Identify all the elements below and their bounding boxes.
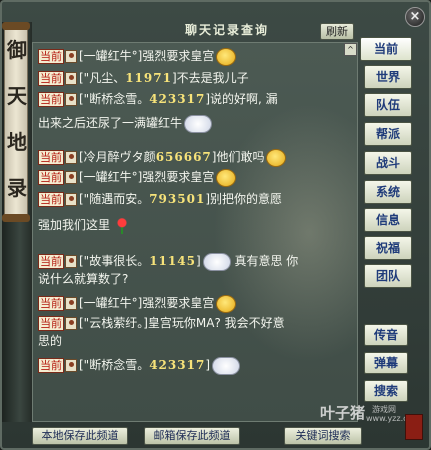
message-text: [一罐红牛°]强烈要求皇宫 xyxy=(79,170,215,184)
watermark-logo: 叶子猪 游戏网 www.yzz.cn xyxy=(320,402,413,424)
player-icon[interactable] xyxy=(65,193,77,206)
player-icon[interactable] xyxy=(65,93,77,106)
player-icon[interactable] xyxy=(65,50,77,63)
emoji-cloud-icon xyxy=(202,252,231,271)
channel-tag: 当前 xyxy=(38,71,64,86)
message-text: ["云栈萦纡。]皇宫玩你MA? 我会不好意 xyxy=(79,316,285,330)
save-local-button[interactable]: 本地保存此频道 xyxy=(32,427,128,445)
chat-message: 当前 ["断桥念雪。423317] xyxy=(38,356,356,375)
chat-message: 当前 [一罐红牛°]强烈要求皇宫 xyxy=(38,168,356,187)
emoji-cloud-icon xyxy=(184,114,213,133)
player-icon[interactable] xyxy=(65,359,77,372)
chat-message: 强加我们这里 xyxy=(38,216,356,234)
emoji-face-icon xyxy=(216,168,237,187)
player-icon[interactable] xyxy=(65,171,77,184)
player-id[interactable]: 423317 xyxy=(149,358,205,372)
chat-message: 当前 ["随遇而安。793501]别把你的意愿 xyxy=(38,190,356,208)
message-text: 说什么就算数了? xyxy=(38,272,129,286)
chat-message: 当前 ["云栈萦纡。]皇宫玩你MA? 我会不好意 xyxy=(38,314,356,332)
player-id[interactable]: 11971 xyxy=(125,71,172,85)
message-text: ["随遇而安。 xyxy=(79,192,150,206)
chat-message: 说什么就算数了? xyxy=(38,270,356,288)
rose-icon xyxy=(116,217,129,234)
message-text: ] xyxy=(205,358,210,372)
message-text: ["断桥念雪。 xyxy=(79,92,150,106)
player-icon[interactable] xyxy=(65,151,77,164)
player-icon[interactable] xyxy=(65,255,77,268)
channel-tag: 当前 xyxy=(38,92,64,107)
channel-tag: 当前 xyxy=(38,49,64,64)
message-text: 强加我们这里 xyxy=(38,218,111,232)
channel-tab-battle[interactable]: 战斗 xyxy=(364,151,412,175)
channel-tab-search[interactable]: 搜索 xyxy=(364,380,408,402)
channel-tag: 当前 xyxy=(38,358,64,373)
channel-tab-barrage[interactable]: 弹幕 xyxy=(364,352,408,374)
player-id[interactable]: 793501 xyxy=(149,192,205,206)
player-id[interactable]: 656667 xyxy=(156,150,212,164)
player-id[interactable]: 423317 xyxy=(149,92,205,106)
channel-tab-world[interactable]: 世界 xyxy=(364,65,412,89)
watermark-brand: 叶子猪 xyxy=(320,404,366,422)
channel-tag: 当前 xyxy=(38,150,64,165)
keyword-search-button[interactable]: 关键词搜索 xyxy=(284,427,362,445)
emoji-face-icon xyxy=(266,148,287,167)
message-text: [一罐红牛°]强烈要求皇宫 xyxy=(79,296,215,310)
emoji-face-icon xyxy=(216,294,237,313)
scroll-glyph: 御 xyxy=(7,38,27,62)
channel-tag: 当前 xyxy=(38,254,64,269)
scroll-decoration: 御 天 地 录 xyxy=(4,27,28,217)
channel-tag: 当前 xyxy=(38,296,64,311)
close-button[interactable]: × xyxy=(405,7,425,27)
message-text: 出来之后还尿了一满罐红牛 xyxy=(38,116,183,130)
channel-tab-team[interactable]: 队伍 xyxy=(364,93,412,117)
player-icon[interactable] xyxy=(65,72,77,85)
chat-message: 当前 [一罐红牛°]强烈要求皇宫 xyxy=(38,47,356,66)
emoji-cloud-icon xyxy=(212,356,240,375)
channel-tab-group[interactable]: 团队 xyxy=(364,264,412,288)
scroll-rod-bottom xyxy=(2,214,30,222)
player-icon[interactable] xyxy=(65,317,77,330)
scroll-glyph: 录 xyxy=(7,176,27,200)
chat-message: 当前 ["断桥念雪。423317]说的好啊, 漏 xyxy=(38,90,356,108)
channel-tab-relay[interactable]: 传音 xyxy=(364,324,408,346)
window-title: 聊天记录查询 xyxy=(184,23,269,37)
emoji-face-icon xyxy=(216,47,237,66)
message-text: 思的 xyxy=(38,334,63,348)
chat-message: 当前 ["凡尘、11971]不去是我儿子 xyxy=(38,69,356,87)
channel-tab-info[interactable]: 信息 xyxy=(364,208,412,232)
chat-message: 当前 ["故事很长。11145] 真有意思 你 xyxy=(38,252,356,271)
message-text: [一罐红牛°]强烈要求皇宫 xyxy=(79,49,215,63)
message-text: ]不去是我儿子 xyxy=(171,71,249,85)
message-text: 真有意思 你 xyxy=(230,254,299,268)
channel-tab-current[interactable]: 当前 xyxy=(360,37,412,61)
chat-message: 当前 [一罐红牛°]强烈要求皇宫 xyxy=(38,294,356,313)
message-text: ["故事很长。 xyxy=(79,254,150,268)
channel-tab-guild[interactable]: 帮派 xyxy=(364,122,412,146)
player-id[interactable]: 11145 xyxy=(149,254,196,268)
scroll-glyph: 地 xyxy=(7,130,27,154)
message-text: ["凡尘、 xyxy=(79,71,126,85)
chat-message: 出来之后还尿了一满罐红牛 xyxy=(38,114,356,133)
scroll-glyph: 天 xyxy=(7,84,27,108)
scroll-rod-top xyxy=(2,22,30,30)
channel-tag: 当前 xyxy=(38,170,64,185)
channel-tag: 当前 xyxy=(38,316,64,331)
channel-tab-system[interactable]: 系统 xyxy=(364,180,412,204)
message-text: ] xyxy=(195,254,201,268)
save-mail-button[interactable]: 邮箱保存此频道 xyxy=(144,427,240,445)
message-text: ]说的好啊, 漏 xyxy=(205,92,278,106)
player-icon[interactable] xyxy=(65,297,77,310)
message-text: ]他们敢吗 xyxy=(211,150,265,164)
chat-message: 思的 xyxy=(38,332,356,350)
channel-tag: 当前 xyxy=(38,192,64,207)
message-text: ["断桥念雪。 xyxy=(79,358,150,372)
chat-message: 当前 [冷月醉ヴタ颜656667]他们敢吗 xyxy=(38,148,356,167)
channel-tab-blessing[interactable]: 祝福 xyxy=(364,236,412,260)
message-text: ]别把你的意愿 xyxy=(205,192,282,206)
message-text: [冷月醉ヴタ颜 xyxy=(79,150,156,164)
chat-history-window: 御 天 地 录 聊天记录查询 刷新 × ^ 当前 [一罐红牛°]强烈要求皇宫 当前[… xyxy=(0,0,431,450)
seal-icon xyxy=(405,414,423,440)
refresh-button[interactable]: 刷新 xyxy=(320,23,354,40)
